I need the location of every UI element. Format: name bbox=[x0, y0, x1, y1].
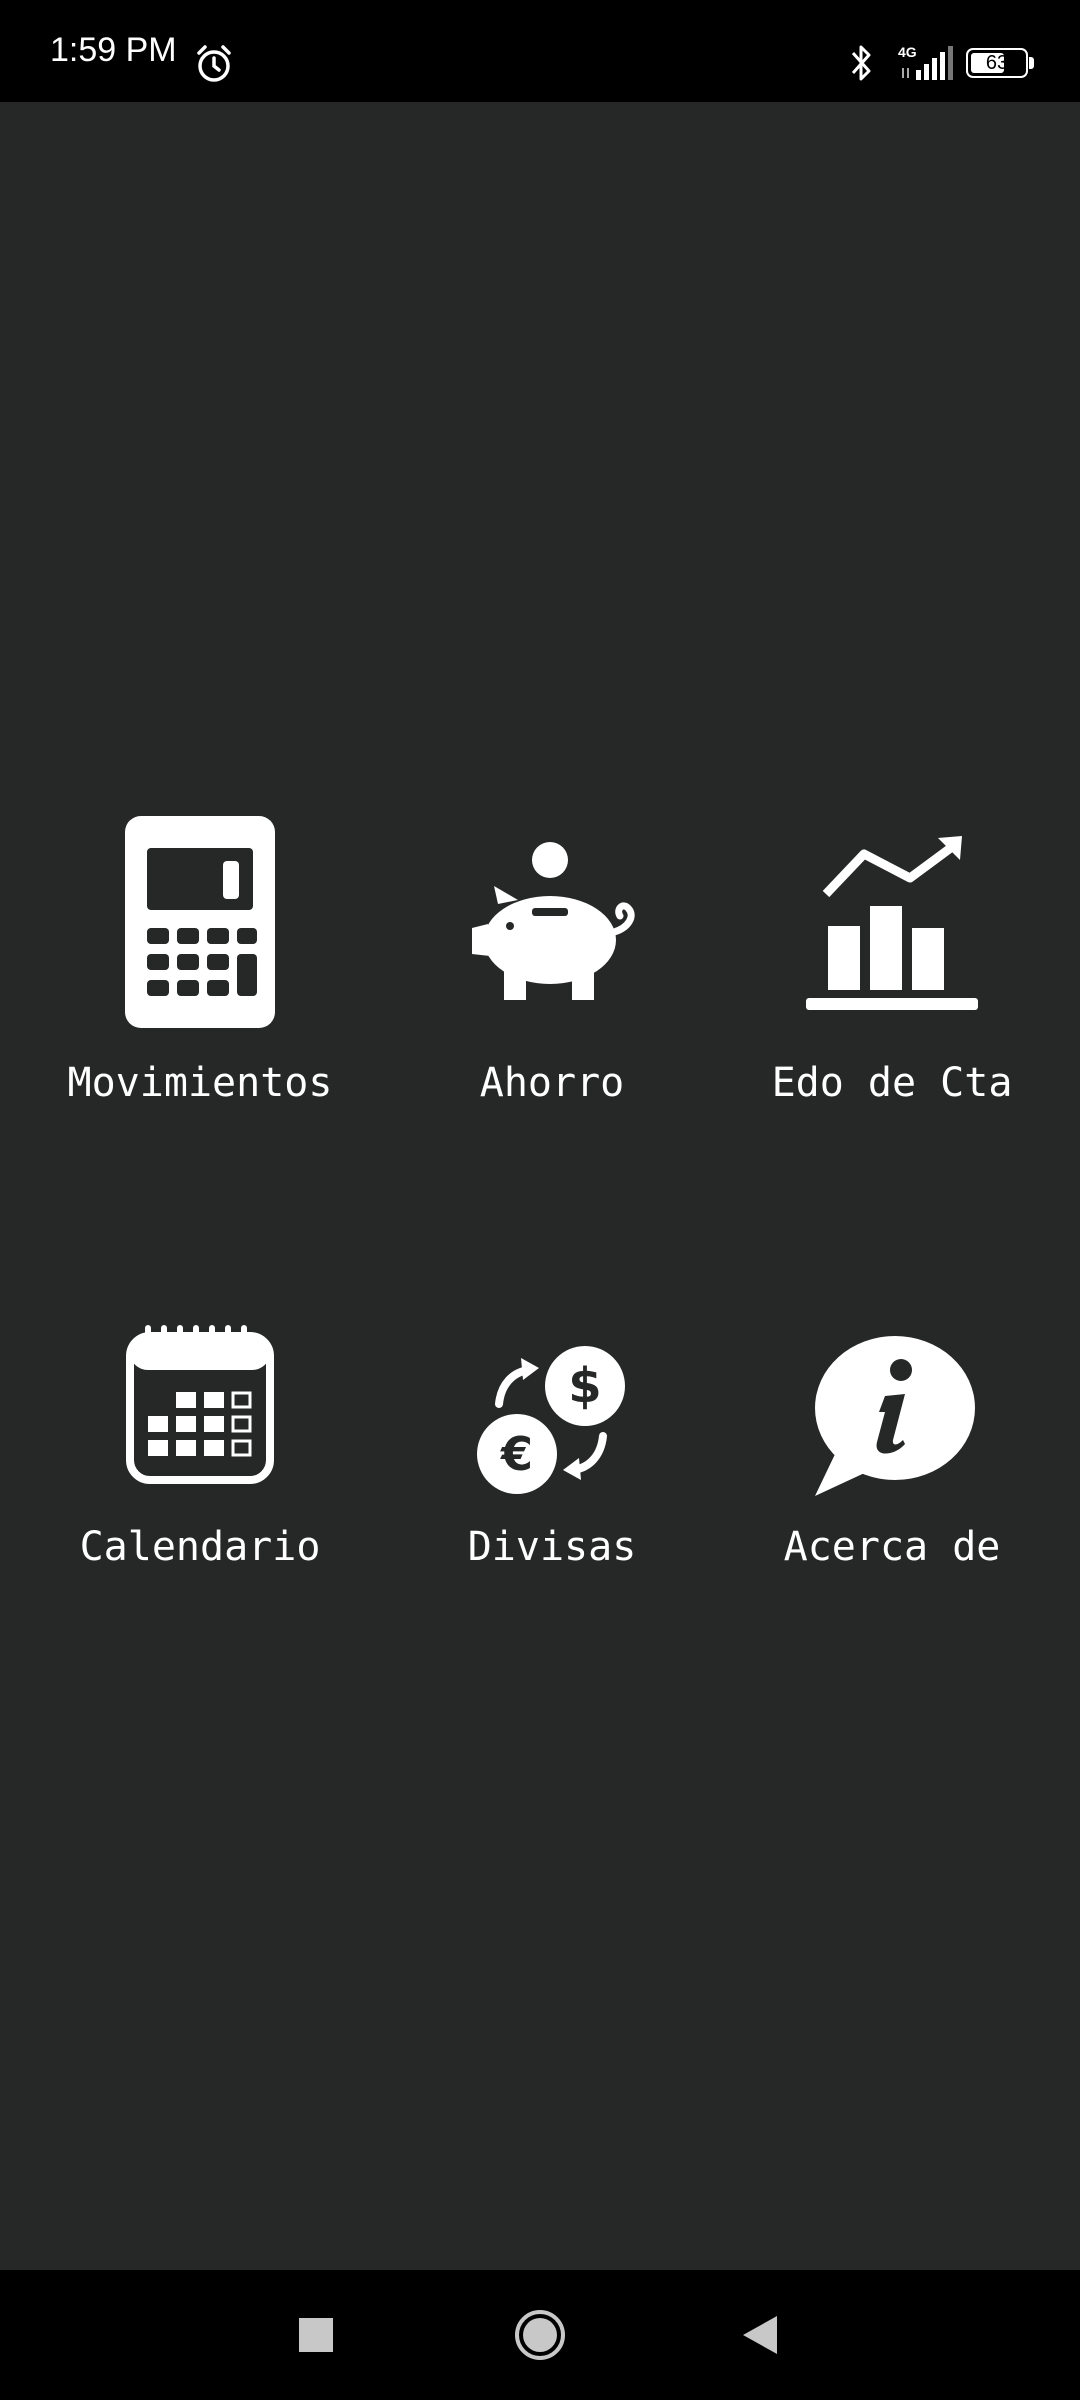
main-menu-grid: Movimientos Ahorro Edo de Cta Calendario… bbox=[0, 0, 1080, 2400]
calendar-icon bbox=[126, 1325, 274, 1484]
calculator-icon bbox=[125, 816, 275, 1028]
svg-text:€: € bbox=[500, 1427, 533, 1481]
menu-item-label: Acerca de bbox=[783, 1524, 1001, 1570]
piggy-bank-icon bbox=[472, 842, 635, 1000]
menu-item-ahorro[interactable]: Ahorro bbox=[392, 800, 712, 1120]
info-bubble-icon bbox=[815, 1336, 975, 1496]
menu-item-edo-de-cta[interactable]: Edo de Cta bbox=[732, 800, 1052, 1120]
menu-item-label: Edo de Cta bbox=[771, 1060, 1013, 1106]
menu-item-label: Ahorro bbox=[479, 1060, 625, 1106]
menu-item-label: Divisas bbox=[467, 1524, 637, 1570]
menu-item-divisas[interactable]: $ € Divisas bbox=[392, 1300, 712, 1620]
svg-text:$: $ bbox=[568, 1358, 601, 1414]
back-triangle-icon[interactable] bbox=[725, 2300, 795, 2370]
menu-item-label: Movimientos bbox=[67, 1060, 333, 1106]
recents-square-icon[interactable] bbox=[281, 2300, 351, 2370]
menu-item-calendario[interactable]: Calendario bbox=[40, 1300, 360, 1620]
menu-item-movimientos[interactable]: Movimientos bbox=[40, 800, 360, 1120]
bar-chart-trend-icon bbox=[806, 836, 978, 1010]
menu-item-label: Calendario bbox=[79, 1524, 321, 1570]
currency-exchange-icon: $ € bbox=[477, 1346, 625, 1494]
home-circle-icon[interactable] bbox=[505, 2300, 575, 2370]
navigation-bar bbox=[0, 2270, 1080, 2400]
menu-item-acerca-de[interactable]: Acerca de bbox=[732, 1300, 1052, 1620]
